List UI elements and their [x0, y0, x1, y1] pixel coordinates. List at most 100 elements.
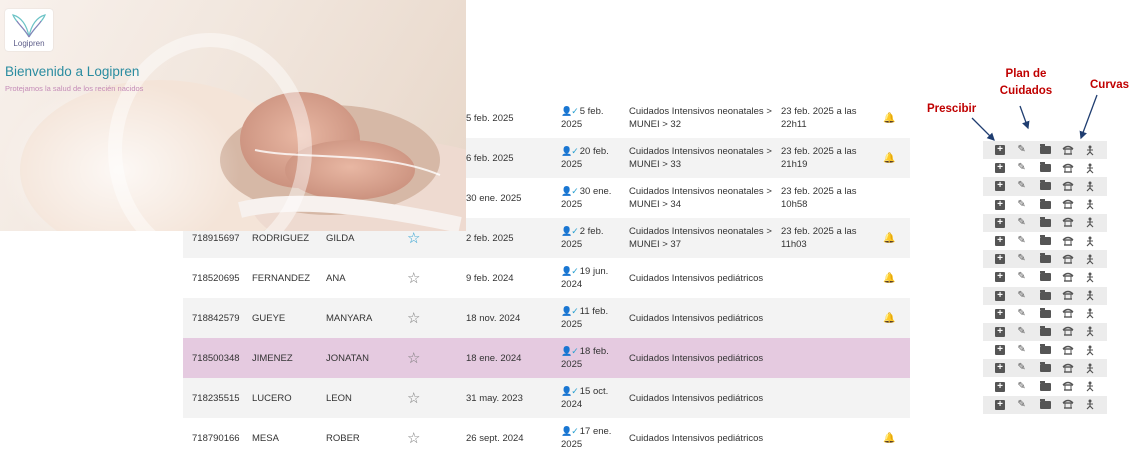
favorite-star-icon[interactable]: ☆	[407, 378, 420, 418]
alert-bell-icon[interactable]: 🔔	[883, 98, 895, 138]
growth-curve-icon[interactable]	[1085, 344, 1107, 356]
folder-user-icon[interactable]	[1039, 271, 1062, 283]
incubator-icon[interactable]	[1062, 381, 1084, 393]
folder-user-icon[interactable]	[1039, 325, 1062, 338]
growth-curve-icon[interactable]	[1085, 199, 1107, 211]
patient-row[interactable]: 718235515 LUCERO LEON 31 may. 2023 Cuidados …	[183, 378, 910, 418]
pencil-icon[interactable]: ✎	[1017, 362, 1039, 374]
plus-square-icon[interactable]: +	[995, 144, 1017, 156]
pencil-icon[interactable]: ✎	[1017, 199, 1039, 211]
growth-curve-icon[interactable]	[1085, 180, 1107, 192]
patient-row[interactable]: 718500348 JIMENEZ JONATAN 18 ene. 2024 Cuida…	[183, 338, 910, 378]
growth-curve-icon[interactable]	[1085, 362, 1107, 374]
growth-curve-icon[interactable]	[1085, 217, 1107, 229]
admission-date: 👤✓ 5 feb. 2025	[561, 98, 623, 138]
folder-user-icon[interactable]	[1039, 380, 1062, 393]
growth-curve-icon[interactable]	[1085, 235, 1107, 247]
pencil-icon[interactable]: ✎	[1017, 290, 1039, 302]
patient-row[interactable]: 718790166 MESA ROBER 26 sept. 2024 Cuidados …	[183, 418, 910, 449]
favorite-star-icon[interactable]: ☆	[407, 298, 420, 338]
folder-user-icon[interactable]	[1039, 162, 1062, 174]
pencil-icon[interactable]: ✎	[1017, 271, 1039, 283]
growth-curve-icon[interactable]	[1085, 399, 1107, 411]
pencil-icon[interactable]: ✎	[1017, 180, 1039, 192]
incubator-icon[interactable]	[1062, 399, 1084, 411]
pencil-icon[interactable]: ✎	[1017, 235, 1039, 247]
incubator-icon[interactable]	[1062, 180, 1084, 192]
folder-user-icon[interactable]	[1039, 289, 1062, 302]
folder-user-icon[interactable]	[1039, 398, 1062, 411]
folder-user-icon[interactable]	[1039, 216, 1062, 229]
folder-user-icon[interactable]	[1039, 307, 1062, 320]
growth-curve-icon[interactable]	[1085, 290, 1107, 302]
growth-curve-icon[interactable]	[1085, 326, 1107, 338]
favorite-star-icon[interactable]: ☆	[407, 418, 420, 449]
action-row: + ✎	[983, 305, 1107, 323]
action-row: + ✎	[983, 141, 1107, 160]
plus-square-icon[interactable]: +	[995, 162, 1017, 174]
plus-square-icon[interactable]: +	[995, 253, 1017, 265]
plus-square-icon[interactable]: +	[995, 290, 1017, 302]
pencil-icon[interactable]: ✎	[1017, 144, 1039, 156]
folder-user-icon[interactable]	[1039, 180, 1062, 192]
incubator-icon[interactable]	[1062, 253, 1084, 265]
alert-bell-icon[interactable]: 🔔	[883, 218, 895, 258]
plus-square-icon[interactable]: +	[995, 344, 1017, 356]
incubator-icon[interactable]	[1062, 199, 1084, 211]
folder-user-icon[interactable]	[1039, 235, 1062, 247]
incubator-icon[interactable]	[1062, 162, 1084, 174]
plus-square-icon[interactable]: +	[995, 217, 1017, 229]
pencil-icon[interactable]: ✎	[1017, 399, 1039, 411]
pencil-icon[interactable]: ✎	[1017, 217, 1039, 229]
plus-square-icon[interactable]: +	[995, 180, 1017, 192]
pencil-icon[interactable]: ✎	[1017, 326, 1039, 338]
folder-user-icon[interactable]	[1039, 344, 1062, 356]
incubator-icon[interactable]	[1062, 217, 1084, 229]
alert-bell-icon[interactable]: 🔔	[883, 138, 895, 178]
user-check-icon: 👤✓	[561, 386, 579, 396]
plus-square-icon[interactable]: +	[995, 308, 1017, 320]
patient-row[interactable]: 718842579 GUEYE MANYARA 18 nov. 2024 Cuidado…	[183, 298, 910, 338]
alert-bell-icon[interactable]: 🔔	[883, 418, 895, 449]
alert-bell-icon[interactable]: 🔔	[883, 258, 895, 298]
incubator-icon[interactable]	[1062, 290, 1084, 302]
growth-curve-icon[interactable]	[1085, 271, 1107, 283]
action-row: + ✎	[983, 395, 1107, 414]
incubator-icon[interactable]	[1062, 326, 1084, 338]
growth-curve-icon[interactable]	[1085, 253, 1107, 265]
pencil-icon[interactable]: ✎	[1017, 344, 1039, 356]
discharge-date	[781, 258, 867, 298]
folder-user-icon[interactable]	[1039, 144, 1062, 156]
plus-square-icon[interactable]: +	[995, 199, 1017, 211]
patient-last-name: MESA	[252, 432, 279, 444]
plus-square-icon[interactable]: +	[995, 362, 1017, 374]
pencil-icon[interactable]: ✎	[1017, 253, 1039, 265]
plus-square-icon[interactable]: +	[995, 235, 1017, 247]
growth-curve-icon[interactable]	[1085, 381, 1107, 393]
pencil-icon[interactable]: ✎	[1017, 162, 1039, 174]
plus-square-icon[interactable]: +	[995, 381, 1017, 393]
alert-bell-icon[interactable]: 🔔	[883, 298, 895, 338]
plus-square-icon[interactable]: +	[995, 399, 1017, 411]
patient-row[interactable]: 718520695 FERNANDEZ ANA 9 feb. 2024 Cuidados…	[183, 258, 910, 298]
growth-curve-icon[interactable]	[1085, 144, 1107, 156]
folder-user-icon[interactable]	[1039, 253, 1062, 265]
favorite-star-icon[interactable]: ☆	[407, 258, 420, 298]
pencil-icon[interactable]: ✎	[1017, 381, 1039, 393]
folder-user-icon[interactable]	[1039, 198, 1062, 211]
incubator-icon[interactable]	[1062, 235, 1084, 247]
incubator-icon[interactable]	[1062, 271, 1084, 283]
action-row: + ✎	[983, 213, 1107, 232]
growth-curve-icon[interactable]	[1085, 308, 1107, 320]
folder-user-icon[interactable]	[1039, 362, 1062, 374]
incubator-icon[interactable]	[1062, 308, 1084, 320]
plus-square-icon[interactable]: +	[995, 271, 1017, 283]
growth-curve-icon[interactable]	[1085, 162, 1107, 174]
incubator-icon[interactable]	[1062, 344, 1084, 356]
plus-square-icon[interactable]: +	[995, 326, 1017, 338]
pencil-icon[interactable]: ✎	[1017, 308, 1039, 320]
incubator-icon[interactable]	[1062, 144, 1084, 156]
incubator-icon[interactable]	[1062, 362, 1084, 374]
favorite-star-icon[interactable]: ☆	[407, 338, 420, 378]
care-unit: Cuidados Intensivos pediátricos	[629, 432, 764, 444]
